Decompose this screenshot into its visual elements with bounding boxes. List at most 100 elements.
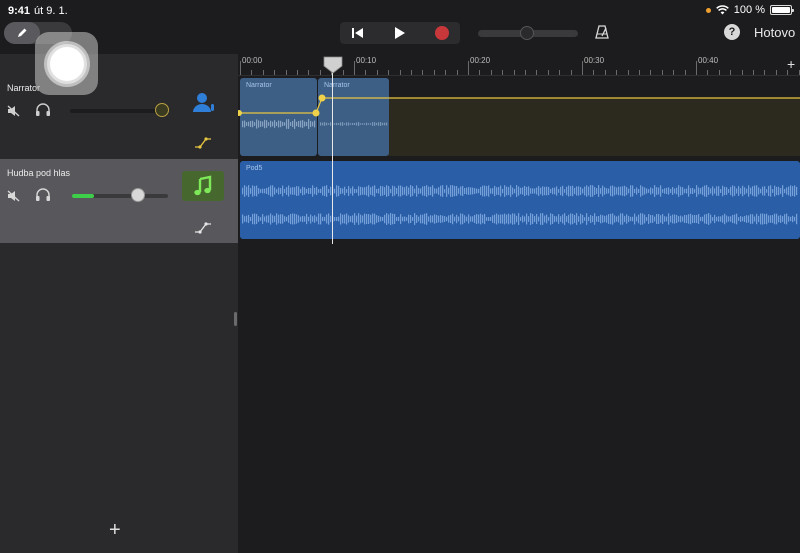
volume-level-meter xyxy=(72,194,94,198)
playhead-line xyxy=(332,70,333,244)
ruler-tick xyxy=(445,70,447,75)
ruler-tick xyxy=(570,70,572,75)
ruler-tick xyxy=(559,70,561,75)
ruler-tick xyxy=(593,70,595,75)
track-headers-panel: Narrator Hudba pod hlas + xyxy=(0,54,238,553)
automation-toggle[interactable] xyxy=(194,221,212,240)
status-date: út 9. 1. xyxy=(34,5,68,17)
automation-point[interactable] xyxy=(238,110,242,116)
track-instrument-button[interactable] xyxy=(182,171,224,201)
transport-controls xyxy=(340,22,460,44)
ruler-tick xyxy=(798,70,800,75)
assistive-touch-button[interactable] xyxy=(35,32,98,95)
automation-toggle[interactable] xyxy=(194,136,212,155)
ruler-tick xyxy=(661,70,663,75)
ruler-tick xyxy=(479,70,481,75)
track-header-hudba-pod-hlas[interactable]: Hudba pod hlas xyxy=(0,159,238,243)
audio-region[interactable]: Pod5 xyxy=(240,161,800,239)
mute-button[interactable] xyxy=(7,104,21,122)
music-note-icon xyxy=(194,175,212,196)
record-icon xyxy=(435,26,449,40)
ruler-tick xyxy=(616,70,618,75)
ruler-tick xyxy=(319,70,321,75)
ruler-tick xyxy=(240,61,241,75)
ruler-tick xyxy=(285,70,287,75)
automation-point[interactable] xyxy=(312,109,320,117)
ruler-tick xyxy=(262,70,264,75)
automation-curve-icon xyxy=(195,222,211,234)
voice-user-icon xyxy=(193,93,214,112)
status-bar: 9:41 út 9. 1. 100 % xyxy=(0,0,800,22)
ruler-tick xyxy=(775,70,777,75)
ruler-label: 00:00 xyxy=(242,56,263,65)
ruler-tick xyxy=(536,70,538,75)
track-lane-narrator[interactable]: Narrator Narrator xyxy=(238,76,800,158)
ruler-tick xyxy=(525,70,526,75)
ruler-tick xyxy=(707,70,709,75)
done-button[interactable]: Hotovo xyxy=(754,25,795,40)
assistive-touch-icon xyxy=(46,43,87,84)
ruler-tick xyxy=(468,61,469,75)
speaker-muted-icon xyxy=(7,105,20,117)
metronome-icon xyxy=(595,25,609,39)
battery-icon xyxy=(770,5,794,15)
toolbar: ? Hotovo xyxy=(0,22,800,54)
ruler-tick xyxy=(730,70,732,75)
ruler-tick xyxy=(650,70,652,75)
track-volume-knob[interactable] xyxy=(155,103,169,117)
wifi-icon xyxy=(715,5,729,15)
ruler-tick xyxy=(308,70,310,75)
play-button[interactable] xyxy=(382,22,418,44)
tracks-area[interactable]: Narrator Narrator Pod5 xyxy=(238,76,800,553)
playhead-handle[interactable] xyxy=(323,56,343,74)
play-icon xyxy=(395,27,405,39)
ruler-tick xyxy=(297,70,298,75)
solo-button[interactable] xyxy=(35,103,51,122)
ruler-tick xyxy=(741,70,743,75)
ruler-tick xyxy=(365,70,367,75)
ruler-tick xyxy=(376,70,378,75)
ruler-tick xyxy=(513,70,515,75)
headphones-icon xyxy=(36,103,50,116)
ruler-tick xyxy=(490,70,492,75)
add-track-button[interactable]: + xyxy=(109,520,121,540)
ruler-tick xyxy=(274,70,276,75)
add-section-button[interactable]: + xyxy=(787,56,795,72)
track-header-narrator[interactable]: Narrator xyxy=(0,76,238,158)
solo-button[interactable] xyxy=(35,188,51,207)
panel-resize-handle[interactable] xyxy=(234,312,237,326)
track-volume-knob[interactable] xyxy=(131,188,145,202)
track-lane-hudba-pod-hlas[interactable]: Pod5 xyxy=(238,159,800,243)
pencil-button[interactable] xyxy=(4,22,40,44)
ruler-tick xyxy=(604,70,606,75)
ruler-tick xyxy=(433,70,435,75)
track-volume-slider[interactable] xyxy=(70,109,166,113)
mute-button[interactable] xyxy=(7,189,21,207)
headphones-icon xyxy=(36,188,50,201)
master-volume-knob[interactable] xyxy=(520,26,534,40)
metronome-button[interactable] xyxy=(594,24,610,45)
battery-percent: 100 % xyxy=(733,4,765,16)
automation-curve-icon xyxy=(195,137,211,149)
ruler-tick xyxy=(502,70,504,75)
ruler-label: 00:30 xyxy=(584,56,605,65)
ruler-tick xyxy=(582,61,583,75)
ruler-tick xyxy=(388,70,390,75)
track-name: Hudba pod hlas xyxy=(7,168,71,178)
ruler-label: 00:40 xyxy=(698,56,719,65)
volume-automation-line xyxy=(238,94,800,117)
ruler-tick xyxy=(673,70,675,75)
speaker-muted-icon xyxy=(7,190,20,202)
privacy-indicator-dot xyxy=(705,7,711,13)
status-right: 100 % xyxy=(705,4,794,16)
automation-point[interactable] xyxy=(318,94,326,102)
go-to-start-button[interactable] xyxy=(340,22,376,44)
region-waveform xyxy=(242,185,798,225)
ruler-tick xyxy=(354,61,355,75)
ruler-tick xyxy=(764,70,766,75)
track-instrument-button[interactable] xyxy=(190,90,218,121)
record-button[interactable] xyxy=(424,22,460,44)
help-button[interactable]: ? xyxy=(724,24,740,40)
ruler-tick xyxy=(422,70,424,75)
skip-back-icon xyxy=(352,28,363,38)
